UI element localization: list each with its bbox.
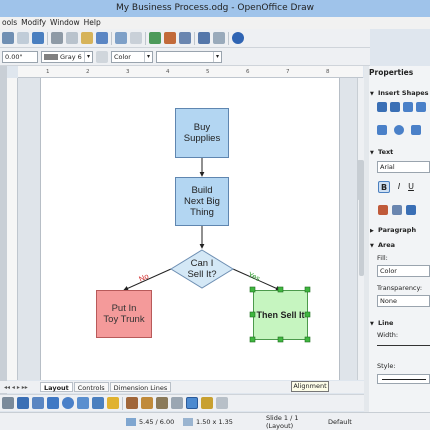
- section-area[interactable]: ▼ Area: [370, 240, 430, 250]
- sidebar-title: Properties: [369, 66, 430, 80]
- collapse-icon: ▼: [370, 243, 374, 249]
- arrange-icon[interactable]: [201, 397, 213, 409]
- font-name-field[interactable]: Arial: [377, 161, 430, 173]
- tab-dimension-lines[interactable]: Dimension Lines: [109, 382, 172, 392]
- fill-value: Color: [380, 267, 397, 275]
- sidebar-grip[interactable]: [364, 66, 369, 412]
- rotate-icon[interactable]: [171, 397, 183, 409]
- resize-handle[interactable]: [249, 336, 256, 343]
- alignment-tooltip: Alignment: [291, 381, 329, 392]
- collapse-icon: ▼: [370, 150, 374, 156]
- stars-icon[interactable]: [107, 397, 119, 409]
- font-name-value: Arial: [380, 163, 395, 171]
- tab-nav-arrows-icon[interactable]: ◂◂ ◂ ▸ ▸▸: [0, 384, 40, 391]
- status-bar: 5.45 / 6.00 1.50 x 1.35 Slide 1 / 1 (Lay…: [0, 412, 430, 430]
- section-insert-shapes[interactable]: ▼ Insert Shapes: [370, 88, 430, 98]
- fill-select[interactable]: Color: [377, 265, 430, 277]
- increase-font-icon[interactable]: [406, 205, 416, 215]
- line-icon[interactable]: [377, 102, 387, 112]
- curve-icon[interactable]: [32, 397, 44, 409]
- status-slide: Slide 1 / 1 (Layout): [266, 413, 299, 430]
- ellipse-icon[interactable]: [416, 102, 426, 112]
- line-style-preview: [382, 379, 426, 380]
- resize-handle[interactable]: [277, 336, 284, 343]
- circle-shape-icon[interactable]: [394, 125, 404, 135]
- section-label: Line: [378, 319, 394, 327]
- flowchart-icon[interactable]: [92, 397, 104, 409]
- block-arrow-icon[interactable]: [411, 125, 421, 135]
- vertical-scrollbar[interactable]: [357, 78, 364, 380]
- drawing-toolbar: [0, 394, 364, 411]
- resize-handle[interactable]: [249, 311, 256, 318]
- line-style-select[interactable]: [377, 374, 430, 384]
- section-label: Area: [378, 241, 396, 249]
- line-width-preview[interactable]: [377, 345, 430, 346]
- resize-handle[interactable]: [304, 286, 311, 293]
- diamond-icon[interactable]: [377, 125, 387, 135]
- tab-controls[interactable]: Controls: [73, 382, 109, 392]
- rectangle-icon[interactable]: [403, 102, 413, 112]
- shadow-icon[interactable]: [216, 397, 228, 409]
- resize-handle[interactable]: [304, 311, 311, 318]
- section-label: Insert Shapes: [378, 89, 429, 97]
- basic-shapes-icon[interactable]: [62, 397, 74, 409]
- status-position: 5.45 / 6.00: [139, 417, 175, 426]
- collapse-icon: ▼: [370, 321, 374, 327]
- highlight-icon[interactable]: [392, 205, 402, 215]
- fontwork-icon[interactable]: [126, 397, 138, 409]
- width-label: Width:: [377, 331, 399, 339]
- alignment-icon[interactable]: [186, 397, 198, 409]
- section-label: Paragraph: [378, 226, 417, 234]
- sidebar-scroll-thumb[interactable]: [357, 160, 364, 200]
- style-label: Style:: [377, 362, 396, 370]
- gallery-icon[interactable]: [156, 397, 168, 409]
- resize-handle[interactable]: [304, 336, 311, 343]
- expand-icon: ▶: [370, 228, 374, 234]
- section-text[interactable]: ▼ Text: [370, 147, 430, 157]
- transparency-select[interactable]: None: [377, 295, 430, 307]
- line-arrow-icon[interactable]: [17, 397, 29, 409]
- transparency-label: Transparency:: [377, 284, 423, 292]
- transparency-value: None: [380, 297, 397, 305]
- separator: [122, 396, 123, 410]
- tab-layout[interactable]: Layout: [40, 382, 73, 392]
- select-icon[interactable]: [2, 397, 14, 409]
- status-size: 1.50 x 1.35: [196, 417, 233, 426]
- arrow-icon[interactable]: [390, 102, 400, 112]
- resize-handle[interactable]: [277, 286, 284, 293]
- status-mode: Default: [328, 417, 352, 426]
- italic-icon[interactable]: I: [394, 181, 404, 191]
- from-file-icon[interactable]: [141, 397, 153, 409]
- fill-label: Fill:: [377, 254, 388, 262]
- font-color-icon[interactable]: [378, 205, 388, 215]
- section-line[interactable]: ▼ Line: [370, 318, 430, 328]
- size-icon: [183, 417, 193, 426]
- collapse-icon: ▼: [370, 91, 374, 97]
- bold-icon[interactable]: B: [378, 181, 390, 193]
- underline-icon[interactable]: U: [406, 181, 416, 191]
- block-arrows-icon[interactable]: [77, 397, 89, 409]
- position-icon: [126, 417, 136, 426]
- section-label: Text: [378, 148, 394, 156]
- properties-sidebar: [364, 66, 430, 412]
- section-paragraph[interactable]: ▶ Paragraph: [370, 225, 430, 235]
- resize-handle[interactable]: [249, 286, 256, 293]
- connector-icon[interactable]: [47, 397, 59, 409]
